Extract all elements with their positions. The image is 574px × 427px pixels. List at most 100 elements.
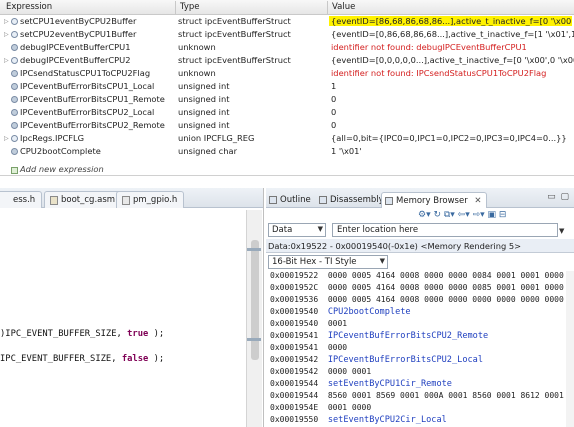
add-expression-icon [11, 167, 18, 174]
expression-row[interactable]: IPCeventBufErrorBitsCPU2_Local unsigned i… [0, 107, 574, 118]
expression-value[interactable]: identifier not found: IPCsendStatusCPU1T… [331, 68, 574, 78]
expression-column-header[interactable]: Expression [6, 2, 52, 12]
variable-icon [11, 44, 18, 51]
expression-value[interactable]: 0 [331, 120, 574, 130]
expression-value[interactable]: 1 [331, 81, 574, 91]
memory-line[interactable]: 0x0001954E 0001 0000 [270, 403, 371, 413]
memory-icon [385, 197, 393, 205]
format-select[interactable]: 16-Bit Hex - TI Style ▼ [268, 255, 388, 269]
tab-outline[interactable]: Outline [266, 192, 315, 208]
tab-label: Disassembly [330, 195, 384, 205]
expression-value[interactable]: 0 [331, 94, 574, 104]
expression-value[interactable]: 1 '\x01' [331, 146, 574, 156]
overview-marker[interactable] [247, 248, 261, 251]
tab-pm-gpio-h[interactable]: pm_gpio.h [116, 191, 185, 208]
location-input[interactable]: Enter location here [332, 223, 558, 237]
tab-label: pm_gpio.h [133, 195, 178, 205]
memory-data[interactable]: 0000 [328, 343, 347, 352]
memory-line[interactable]: 0x00019544 setEventByCPU1Cir_Remote [270, 379, 452, 389]
expressions-view: Expression Type Value ▷ setCPU1eventByCPU… [0, 0, 574, 176]
memory-data[interactable]: 0000 0005 4164 0008 0000 0000 0084 0001 … [328, 271, 564, 280]
expression-name: IpcRegs.IPCFLG [20, 133, 85, 143]
memory-line[interactable]: 0x00019540 CPU2bootComplete [270, 307, 411, 317]
code-editor[interactable]: )IPC_EVENT_BUFFER_SIZE, true ); IPC_EVEN… [0, 209, 262, 427]
tab-disassembly[interactable]: Disassembly [316, 192, 388, 208]
expand-twisty-icon[interactable]: ▷ [4, 135, 10, 142]
memory-line[interactable]: 0x00019540 0001 [270, 319, 347, 329]
tab-ess-h[interactable]: ess.h [0, 191, 43, 208]
memory-vertical-scrollbar[interactable] [566, 271, 574, 427]
expression-type: unknown [178, 42, 216, 52]
memory-data[interactable]: 0000 0005 4164 0008 0000 0000 0085 0001 … [328, 283, 564, 292]
expression-value[interactable]: identifier not found: debugIPCEventBuffe… [331, 42, 574, 52]
window-controls[interactable]: ▭ ▢ [547, 192, 570, 202]
scrollbar-thumb[interactable] [251, 240, 259, 360]
column-divider[interactable] [175, 1, 176, 14]
memory-data[interactable]: 0000 0005 4164 0008 0000 0000 0000 0000 … [328, 295, 564, 304]
asm-file-icon [50, 196, 58, 205]
expression-row[interactable]: ▷ debugIPCEventBufferCPU2 struct ipcEventB… [0, 55, 574, 66]
editor-pane: ess.h boot_cg.asm pm_gpio.h )IPC_EVENT_B… [0, 188, 264, 427]
memory-line[interactable]: 0x00019541 0000 [270, 343, 347, 353]
expression-row[interactable]: IPCeventBufErrorBitsCPU1_Local unsigned i… [0, 81, 574, 92]
memory-content[interactable]: 0x00019522 0000 0005 4164 0008 0000 0000… [266, 271, 574, 427]
expression-row[interactable]: ▷ setCPU1eventByCPU2Buffer struct ipcEvent… [0, 16, 574, 27]
memory-address: 0x00019541 [270, 343, 319, 352]
variable-icon [11, 31, 18, 38]
editor-vertical-scrollbar[interactable] [246, 210, 262, 427]
close-icon[interactable]: ✕ [474, 196, 481, 206]
tab-label: Memory Browser [396, 196, 468, 206]
expression-row[interactable]: ▷ IpcRegs.IPCFLG union IPCFLG_REG {all=0,bi… [0, 133, 574, 144]
memory-line[interactable]: 0x00019541 IPCeventBufErrorBitsCPU2_Remo… [270, 331, 488, 341]
column-divider[interactable] [327, 1, 328, 14]
memory-symbol-label: setEventByCPU2Cir_Local [327, 415, 447, 425]
memory-line[interactable]: 0x00019542 0000 0001 [270, 367, 371, 377]
tab-boot-cg-asm[interactable]: boot_cg.asm [44, 191, 123, 208]
memory-address: 0x00019550 [270, 415, 319, 424]
memory-data[interactable]: 8560 0001 8569 0001 000A 0001 8560 0001 … [328, 391, 564, 400]
memory-data[interactable]: 0000 0001 [328, 367, 371, 376]
memory-space-select[interactable]: Data ▼ [268, 223, 326, 237]
memory-data[interactable]: 0001 [328, 319, 347, 328]
memory-line[interactable]: 0x00019544 8560 0001 8569 0001 000A 0001… [270, 391, 564, 401]
tab-label: Outline [280, 195, 311, 205]
tab-label: boot_cg.asm [61, 195, 116, 205]
memory-symbol-label: setEventByCPU1Cir_Remote [327, 379, 452, 389]
toolbar-icons[interactable]: ⚙▾ ↻ ⧉▾ ⇦▾ ⇨▾ ▣ ⊟ [418, 210, 506, 220]
memory-line[interactable]: 0x00019522 0000 0005 4164 0008 0000 0000… [270, 271, 564, 281]
expression-value[interactable]: {eventID=[0,0,0,0,0...],active_t_inactiv… [331, 55, 574, 65]
value-column-header[interactable]: Value [332, 2, 355, 12]
expression-value[interactable]: 0 [331, 107, 574, 117]
expression-row[interactable]: debugIPCEventBufferCPU1 unknown identifier… [0, 42, 574, 53]
variable-icon [11, 83, 18, 90]
expand-twisty-icon[interactable]: ▷ [4, 31, 10, 38]
expression-row[interactable]: CPU2bootComplete unsigned char 1 '\x01' [0, 146, 574, 157]
memory-line[interactable]: 0x00019536 0000 0005 4164 0008 0000 0000… [270, 295, 564, 305]
overview-marker[interactable] [247, 338, 261, 341]
expression-name: IPCeventBufErrorBitsCPU1_Remote [20, 94, 165, 104]
dropdown-arrow-icon[interactable]: ▼ [559, 227, 564, 235]
expression-row[interactable]: ▷ setCPU2eventByCPU1Buffer struct ipcEvent… [0, 29, 574, 40]
type-column-header[interactable]: Type [180, 2, 200, 12]
tab-memory-browser[interactable]: Memory Browser ✕ [381, 192, 487, 208]
memory-data[interactable]: 0001 0000 [328, 403, 371, 412]
expression-row[interactable]: IPCeventBufErrorBitsCPU1_Remote unsigned … [0, 94, 574, 105]
memory-rendering-tab[interactable]: Data:0x19522 - 0x00019540(-0x1e) <Memory… [266, 239, 574, 253]
horizontal-scrollbar[interactable]: ◂ ▸ [0, 175, 574, 176]
expression-row[interactable]: IPCeventBufErrorBitsCPU2_Remote unsigned … [0, 120, 574, 131]
memory-line[interactable]: 0x00019550 setEventByCPU2Cir_Local [270, 415, 447, 425]
variable-icon [11, 57, 18, 64]
memory-line[interactable]: 0x0001952C 0000 0005 4164 0008 0000 0000… [270, 283, 564, 293]
expression-value[interactable]: {eventID=[0,86,68,86,68...],active_t_ina… [331, 29, 574, 39]
expand-twisty-icon[interactable]: ▷ [4, 18, 10, 25]
expression-name: setCPU2eventByCPU1Buffer [20, 29, 137, 39]
expand-twisty-icon[interactable]: ▷ [4, 57, 10, 64]
expression-name: IPCsendStatusCPU1ToCPU2Flag [20, 68, 151, 78]
add-new-expression[interactable]: Add new expression [20, 164, 104, 174]
expression-value[interactable]: {all=0,bit={IPC0=0,IPC1=0,IPC2=0,IPC3=0,… [331, 133, 574, 143]
expression-row[interactable]: IPCsendStatusCPU1ToCPU2Flag unknown identi… [0, 68, 574, 79]
expression-value[interactable]: {eventID=[86,68,86,68,86...],active_t_in… [329, 16, 572, 26]
outline-icon [269, 196, 277, 204]
memory-line[interactable]: 0x00019542 IPCeventBufErrorBitsCPU2_Loca… [270, 355, 483, 365]
memory-address: 0x00019522 [270, 271, 319, 280]
